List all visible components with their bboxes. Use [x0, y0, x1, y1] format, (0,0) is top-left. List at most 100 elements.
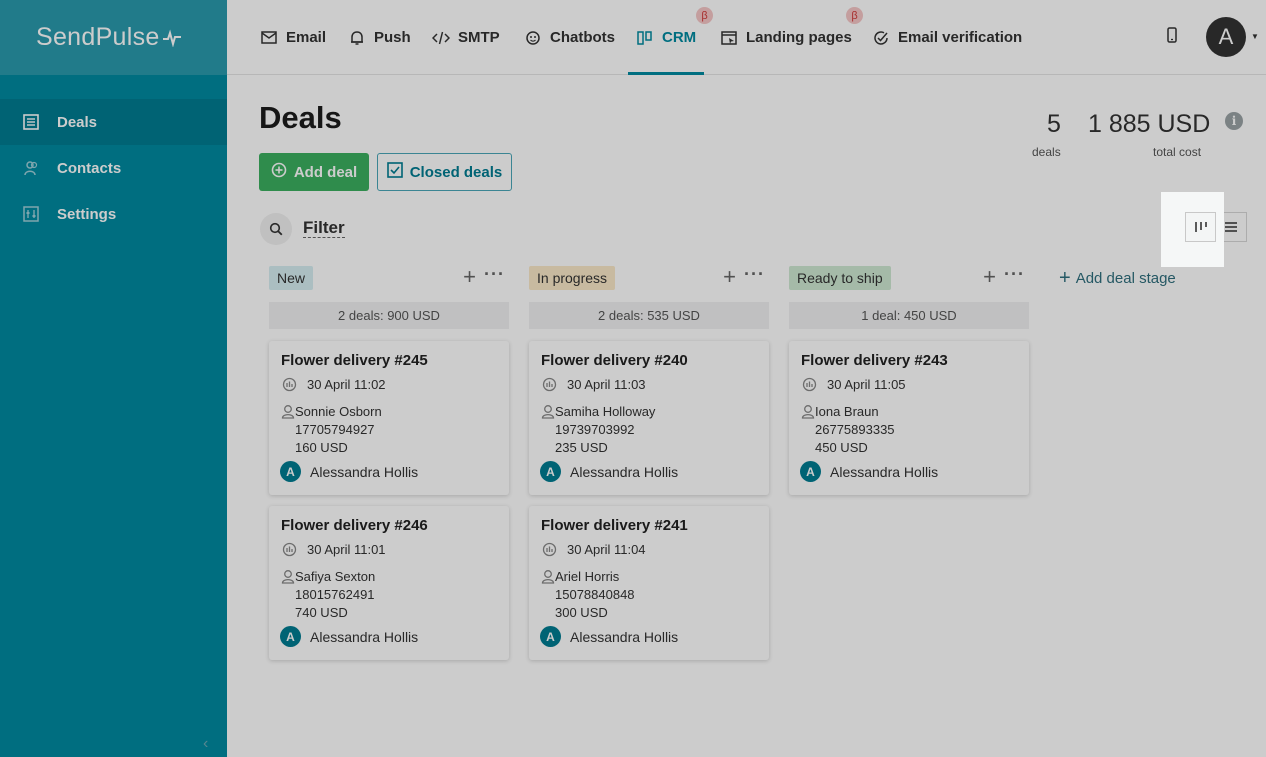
deal-owner: A Alessandra Hollis	[540, 461, 678, 482]
mobile-icon[interactable]	[1167, 27, 1177, 48]
tab-label: Push	[374, 29, 411, 46]
stage-header: In progress + ···	[529, 264, 769, 291]
collapse-sidebar-icon[interactable]: ‹	[203, 735, 208, 753]
deal-contact-block: Safiya Sexton 18015762491 740 USD	[295, 568, 375, 622]
contact-name: Samiha Holloway	[555, 404, 656, 419]
kanban-view-highlighted-icon[interactable]	[1185, 212, 1216, 242]
stage-summary: 2 deals: 535 USD	[529, 302, 769, 329]
more-icon[interactable]: ···	[484, 264, 505, 285]
deal-icon	[281, 376, 297, 392]
sidebar-item-settings[interactable]: Settings	[0, 191, 227, 237]
deal-icon	[801, 376, 817, 392]
main-content: Deals Add deal Closed deals 5 deals 1 88…	[227, 76, 1266, 757]
plus-icon: +	[1059, 267, 1071, 289]
search-icon[interactable]	[260, 213, 292, 245]
checkbox-icon	[386, 162, 403, 182]
owner-avatar: A	[280, 626, 301, 647]
add-icon[interactable]: +	[463, 266, 476, 288]
add-icon[interactable]: +	[983, 266, 996, 288]
user-avatar[interactable]: A	[1206, 17, 1246, 57]
deal-contact-block: Iona Braun 26775893335 450 USD	[815, 403, 895, 457]
plus-circle-icon	[271, 162, 287, 182]
add-deal-button[interactable]: Add deal	[259, 153, 369, 191]
bell-icon	[348, 29, 366, 47]
deal-date: 30 April 11:02	[307, 376, 386, 392]
code-icon	[432, 29, 450, 47]
owner-name: Alessandra Hollis	[570, 463, 679, 480]
sidebar-item-contacts[interactable]: Contacts	[0, 145, 227, 191]
tab-label: SMTP	[458, 29, 500, 46]
page-title: Deals	[259, 100, 342, 135]
sidebar-item-deals[interactable]: Deals	[0, 99, 227, 145]
deal-title: Flower delivery #243	[801, 352, 948, 369]
beta-badge: β	[846, 7, 863, 24]
deal-title: Flower delivery #241	[541, 517, 688, 534]
tab-smtp[interactable]: SMTP	[432, 0, 500, 75]
tab-landing-pages[interactable]: Landing pages β	[720, 0, 863, 75]
stage-summary: 1 deal: 450 USD	[789, 302, 1029, 329]
deal-title: Flower delivery #240	[541, 352, 688, 369]
filter-link[interactable]: Filter	[303, 219, 345, 238]
total-cost: 1 885 USD	[1088, 110, 1211, 138]
deal-icon	[281, 541, 297, 557]
crm-icon	[636, 29, 654, 47]
check-circle-icon	[872, 29, 890, 47]
stage-column-in-progress: In progress + ··· 2 deals: 535 USD Flowe…	[529, 264, 769, 660]
deal-title: Flower delivery #246	[281, 517, 428, 534]
contacts-icon	[22, 159, 40, 177]
deal-icon	[541, 376, 557, 392]
deal-amount: 235 USD	[555, 440, 608, 455]
contact-phone: 18015762491	[295, 587, 375, 602]
deal-card[interactable]: Flower delivery #243 30 April 11:05 Iona…	[789, 341, 1029, 495]
stage-name[interactable]: In progress	[529, 266, 616, 290]
add-stage-label: Add deal stage	[1075, 269, 1176, 287]
add-icon[interactable]: +	[723, 266, 736, 288]
deal-card[interactable]: Flower delivery #241 30 April 11:04 Arie…	[529, 506, 769, 660]
contact-phone: 19739703992	[555, 422, 635, 437]
sidebar-item-label: Deals	[57, 113, 98, 131]
envelope-icon	[260, 29, 278, 47]
deal-date-row: 30 April 11:02	[281, 376, 497, 392]
tab-push[interactable]: Push	[348, 0, 411, 75]
tab-chatbots[interactable]: Chatbots	[524, 0, 615, 75]
contact-name: Ariel Horris	[555, 569, 620, 584]
deal-card[interactable]: Flower delivery #246 30 April 11:01 Safi…	[269, 506, 509, 660]
deal-owner: A Alessandra Hollis	[540, 626, 678, 647]
chatbot-icon	[524, 29, 542, 47]
tab-label: Email	[286, 29, 327, 46]
deal-amount: 160 USD	[295, 440, 348, 455]
deal-date: 30 April 11:03	[567, 376, 646, 392]
stage-header: New + ···	[269, 264, 509, 291]
tab-label: Email verification	[898, 29, 1023, 46]
closed-deals-button[interactable]: Closed deals	[377, 153, 512, 191]
deals-count-label: deals	[1032, 145, 1061, 159]
contact-name: Sonnie Osborn	[295, 404, 382, 419]
deal-amount: 740 USD	[295, 605, 348, 620]
more-icon[interactable]: ···	[744, 264, 765, 285]
deal-date: 30 April 11:05	[827, 376, 906, 392]
deal-date-row: 30 April 11:03	[541, 376, 757, 392]
sidebar-nav: Deals Contacts Settings	[0, 99, 227, 237]
tab-email[interactable]: Email	[260, 0, 326, 75]
contact-icon	[281, 404, 295, 424]
tab-crm[interactable]: CRM β	[627, 0, 713, 75]
owner-name: Alessandra Hollis	[310, 628, 419, 645]
owner-avatar: A	[540, 461, 561, 482]
add-deal-stage-link[interactable]: + Add deal stage	[1059, 267, 1176, 289]
deal-icon	[541, 541, 557, 557]
contact-icon	[281, 569, 295, 589]
tab-label: CRM	[662, 29, 697, 46]
add-deal-label: Add deal	[293, 163, 358, 181]
chevron-down-icon[interactable]: ▼	[1251, 32, 1259, 41]
contact-name: Iona Braun	[815, 404, 879, 419]
tab-email-verification[interactable]: Email verification	[872, 0, 1022, 75]
sendpulse-logo[interactable]: SendPulse	[0, 0, 227, 75]
deal-card[interactable]: Flower delivery #240 30 April 11:03 Sami…	[529, 341, 769, 495]
deal-card[interactable]: Flower delivery #245 30 April 11:02 Sonn…	[269, 341, 509, 495]
stage-name[interactable]: New	[269, 266, 314, 290]
deal-date-row: 30 April 11:05	[801, 376, 1017, 392]
more-icon[interactable]: ···	[1004, 264, 1025, 285]
stage-name[interactable]: Ready to ship	[789, 266, 891, 290]
settings-sliders-icon	[22, 205, 40, 223]
info-icon[interactable]: i	[1225, 112, 1243, 130]
